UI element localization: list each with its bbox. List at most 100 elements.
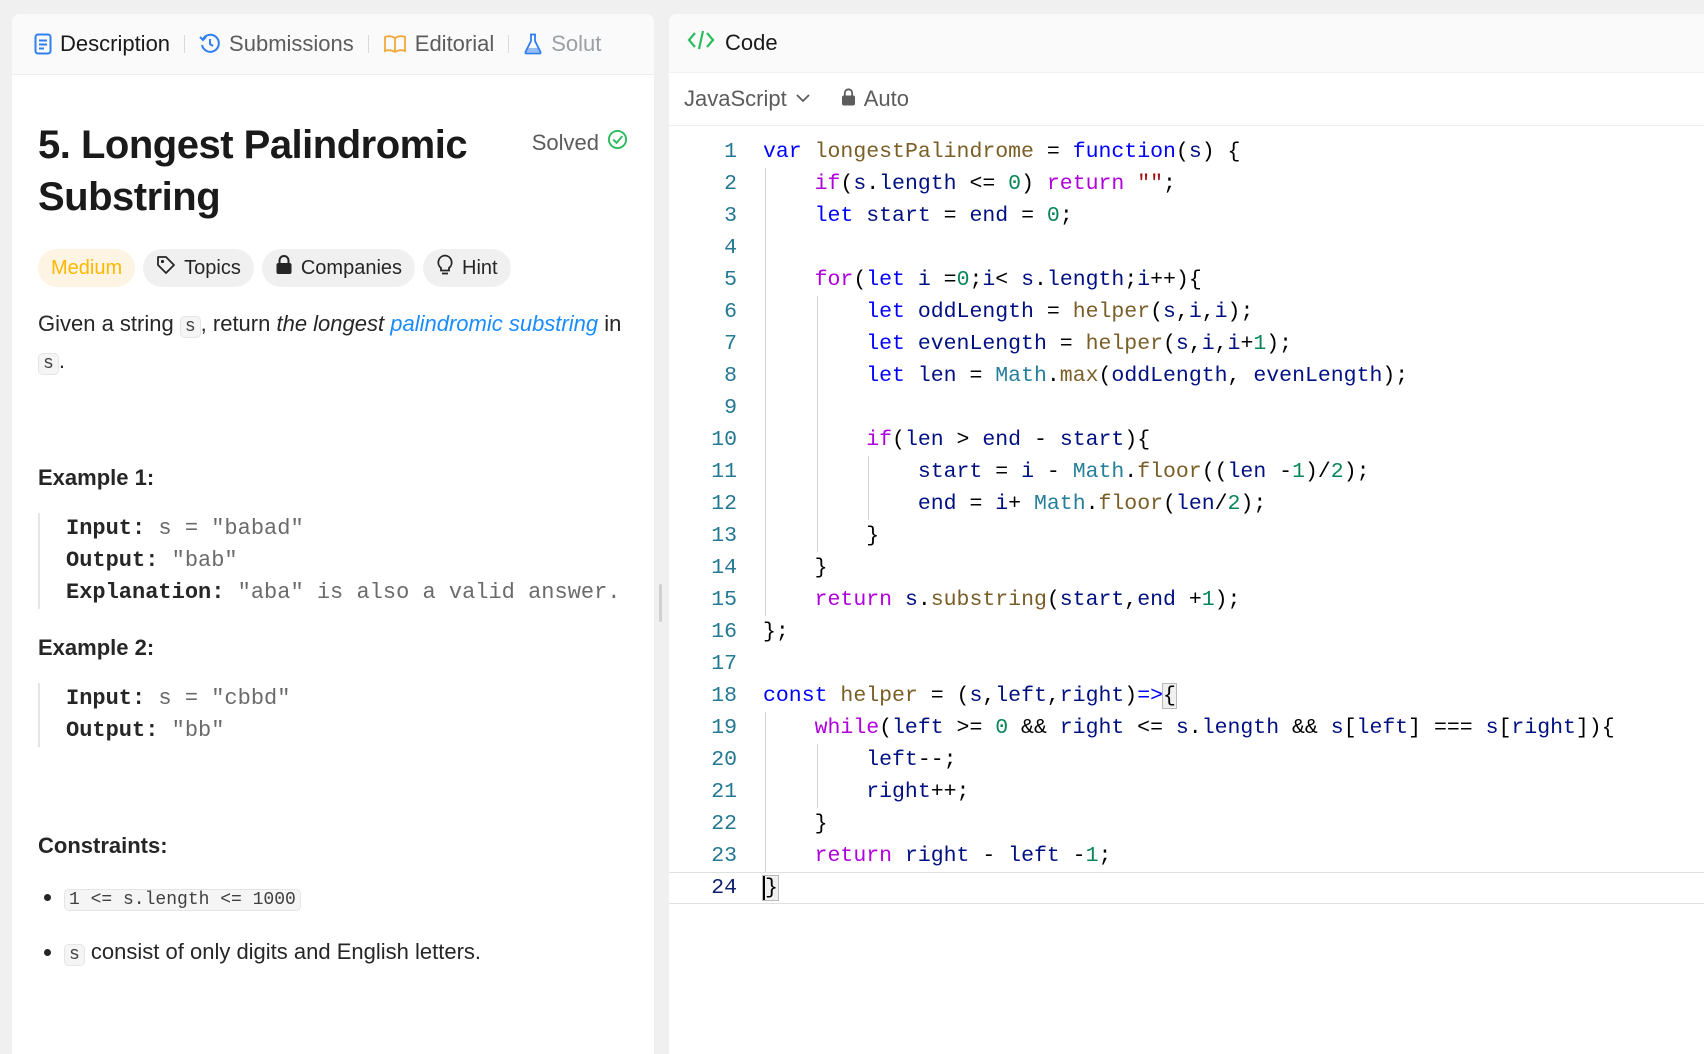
code-line[interactable]: 2 if(s.length <= 0) return "";	[669, 168, 1704, 200]
difficulty-badge: Medium	[38, 249, 136, 287]
tab-submissions[interactable]: Submissions	[199, 31, 354, 57]
line-number: 8	[724, 364, 737, 388]
problem-tabbar: Description Submissions Editorial Solut	[12, 14, 654, 75]
problem-tags: Medium Topics Companies Hint	[38, 249, 628, 287]
example-output: "bb"	[158, 718, 225, 743]
inline-code: s	[64, 944, 85, 966]
language-label: JavaScript	[684, 86, 787, 111]
code-line[interactable]: 15 return s.substring(start,end +1);	[669, 584, 1704, 616]
code-line[interactable]: 4	[669, 232, 1704, 264]
code-line[interactable]: 17	[669, 648, 1704, 680]
tab-divider	[508, 35, 510, 53]
line-number: 9	[724, 396, 737, 420]
code-line[interactable]: 13 }	[669, 520, 1704, 552]
document-icon	[34, 33, 52, 55]
code-panel: Code JavaScript Auto 1 var longestPalindr…	[669, 14, 1704, 1054]
code-header-title: Code	[725, 30, 778, 55]
line-number: 23	[711, 844, 737, 868]
list-item: 1 <= s.length <= 1000	[64, 879, 628, 918]
code-line[interactable]: 11 start = i - Math.floor((len -1)/2);	[669, 456, 1704, 488]
panel-resize-handle[interactable]	[659, 584, 662, 622]
tab-solutions[interactable]: Solut	[523, 31, 601, 57]
lock-icon	[841, 86, 856, 112]
auto-mode[interactable]: Auto	[841, 86, 909, 112]
code-line[interactable]: 3 let start = end = 0;	[669, 200, 1704, 232]
code-line[interactable]: 22 }	[669, 808, 1704, 840]
line-number: 16	[711, 620, 737, 644]
code-line[interactable]: 7 let evenLength = helper(s,i,i+1);	[669, 328, 1704, 360]
indent-guide	[868, 456, 870, 520]
line-number: 11	[711, 460, 737, 484]
code-line[interactable]: 19 while(left >= 0 && right <= s.length …	[669, 712, 1704, 744]
code-line[interactable]: 16};	[669, 616, 1704, 648]
code-header: Code	[669, 14, 1704, 73]
problem-description: Given a string s, return the longest pal…	[38, 307, 628, 381]
code-text: if(s.length <= 0) return "";	[814, 172, 1176, 196]
line-number: 6	[724, 300, 737, 324]
code-line[interactable]: 23 return right - left -1;	[669, 840, 1704, 872]
solved-label: Solved	[531, 129, 599, 155]
example-input: s = "cbbd"	[145, 686, 291, 711]
problem-panel: Description Submissions Editorial Solut …	[12, 14, 654, 1054]
line-number: 22	[711, 812, 737, 836]
line-number: 18	[711, 684, 737, 708]
line-number: 13	[711, 524, 737, 548]
tab-editorial[interactable]: Editorial	[383, 31, 494, 57]
code-text: left--;	[866, 748, 957, 772]
line-number: 10	[711, 428, 737, 452]
companies-label: Companies	[300, 256, 403, 279]
line-number: 12	[711, 492, 737, 516]
topics-label: Topics	[184, 256, 241, 279]
history-icon	[199, 33, 221, 55]
indent-guide	[816, 296, 818, 552]
indent-guide	[765, 712, 766, 872]
example-explanation: "aba" is also a valid answer.	[224, 580, 621, 605]
inline-code: s	[38, 353, 59, 375]
tab-description[interactable]: Description	[34, 31, 170, 57]
code-text: let evenLength = helper(s,i,i+1);	[866, 332, 1293, 356]
indent-guide	[816, 744, 818, 808]
line-number: 14	[711, 556, 737, 580]
code-line[interactable]: 14 }	[669, 552, 1704, 584]
tag-icon	[156, 255, 176, 281]
code-line[interactable]: 8 let len = Math.max(oddLength, evenLeng…	[669, 360, 1704, 392]
code-text: var longestPalindrome = function(s) {	[763, 140, 1241, 164]
line-number: 5	[724, 268, 737, 292]
code-line[interactable]: 24}	[669, 872, 1704, 904]
code-text: return right - left -1;	[814, 844, 1112, 868]
companies-button[interactable]: Companies	[261, 249, 416, 287]
code-line[interactable]: 10 if(len > end - start){	[669, 424, 1704, 456]
inline-code: s	[179, 316, 201, 338]
hint-button[interactable]: Hint	[423, 249, 511, 287]
code-line[interactable]: 6 let oddLength = helper(s,i,i);	[669, 296, 1704, 328]
line-number: 19	[711, 716, 737, 740]
code-text: }	[763, 524, 880, 548]
output-label: Output:	[66, 548, 159, 573]
desc-text: in	[598, 311, 622, 336]
mode-label: Auto	[863, 86, 909, 111]
topics-button[interactable]: Topics	[143, 249, 254, 287]
code-line[interactable]: 21 right++;	[669, 776, 1704, 808]
code-text: }	[763, 556, 828, 580]
code-line[interactable]: 18 const helper = (s,left,right)=>{	[669, 680, 1704, 712]
code-line[interactable]: 9	[669, 392, 1704, 424]
code-line[interactable]: 5 for(let i =0;i< s.length;i++){	[669, 264, 1704, 296]
language-select[interactable]: JavaScript	[684, 86, 811, 112]
line-number: 15	[711, 588, 737, 612]
code-text: }	[762, 875, 779, 901]
code-line[interactable]: 1 var longestPalindrome = function(s) {	[669, 136, 1704, 168]
tab-editorial-label: Editorial	[414, 31, 495, 56]
palindromic-substring-link[interactable]: palindromic substring	[390, 311, 598, 336]
code-editor[interactable]: 1 var longestPalindrome = function(s) { 2 …	[669, 136, 1704, 904]
line-number: 20	[711, 748, 737, 772]
code-line[interactable]: 12 end = i+ Math.floor(len/2);	[669, 488, 1704, 520]
desc-emphasis: the longest	[276, 311, 385, 336]
code-icon	[687, 29, 715, 57]
inline-code: 1 <= s.length <= 1000	[64, 889, 301, 911]
editor-toolbar: JavaScript Auto	[669, 73, 1704, 126]
line-number: 1	[724, 140, 737, 164]
code-text: end = i+ Math.floor(len/2);	[917, 492, 1267, 516]
code-line[interactable]: 20 left--;	[669, 744, 1704, 776]
chevron-down-icon	[795, 86, 811, 112]
line-number: 24	[711, 876, 737, 900]
